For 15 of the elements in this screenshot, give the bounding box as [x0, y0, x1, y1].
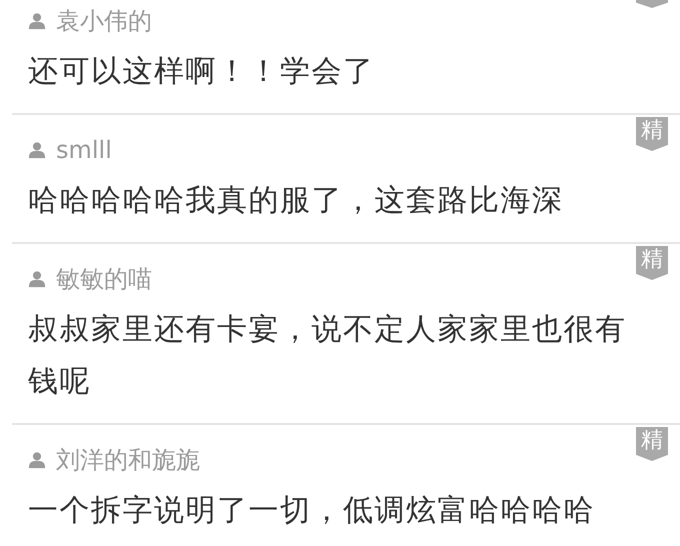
username[interactable]: 敏敏的喵 [56, 264, 152, 294]
comment-text: 一个拆字说明了一切，低调炫富哈哈哈哈 [28, 492, 596, 530]
featured-badge: 精 [636, 117, 668, 151]
user-icon [28, 451, 46, 469]
comment-text: 叔叔家里还有卡宴，说不定人家家里也很有钱呢 [28, 311, 628, 401]
featured-badge: 精 [636, 246, 668, 280]
comment-text: 还可以这样啊！！学会了 [28, 53, 376, 91]
comment-text: 哈哈哈哈哈我真的服了，这套路比海深 [28, 182, 564, 220]
username[interactable]: smlll [56, 135, 112, 165]
username[interactable]: 刘洋的和旎旎 [56, 445, 200, 475]
user-icon [28, 141, 46, 159]
user-icon [28, 12, 46, 30]
user-icon [28, 270, 46, 288]
username[interactable]: 袁小伟的 [56, 6, 152, 36]
featured-badge: 精 [636, 427, 668, 461]
